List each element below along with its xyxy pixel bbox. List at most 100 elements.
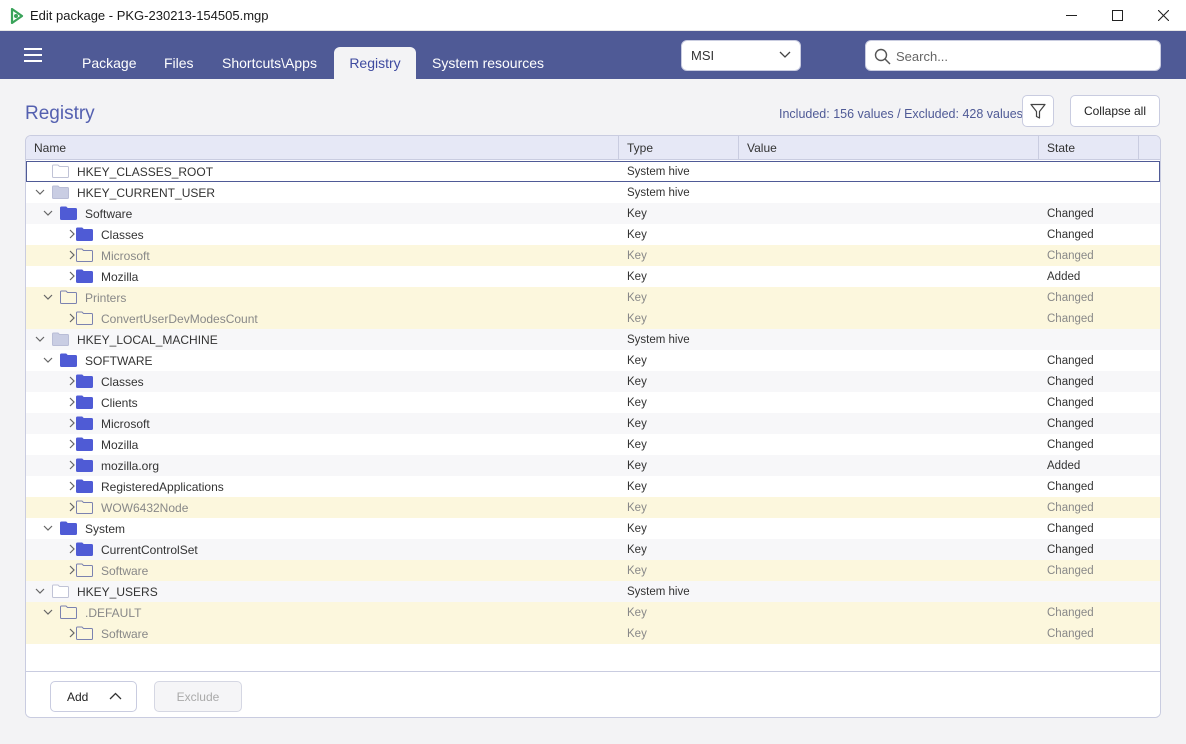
page-title: Registry — [25, 103, 95, 124]
add-button[interactable]: Add — [50, 681, 137, 712]
folder-icon — [76, 227, 93, 241]
chevron-down-icon[interactable] — [43, 208, 53, 218]
row-name: Printers — [85, 291, 127, 305]
column-header-type[interactable]: Type — [619, 136, 739, 160]
table-row[interactable]: Software Key Changed — [26, 560, 1160, 581]
maximize-button[interactable] — [1094, 0, 1140, 31]
table-row[interactable]: Microsoft Key Changed — [26, 245, 1160, 266]
folder-icon — [60, 521, 77, 535]
table-row[interactable]: HKEY_USERS System hive — [26, 581, 1160, 602]
table-row[interactable]: Clients Key Changed — [26, 392, 1160, 413]
row-state: Changed — [1047, 502, 1094, 514]
chevron-down-icon — [779, 51, 791, 58]
chevron-down-icon[interactable] — [43, 523, 53, 533]
tab-system-resources[interactable]: System resources — [417, 47, 559, 79]
table-header: Name Type Value State — [26, 136, 1160, 160]
chevron-down-icon[interactable] — [43, 292, 53, 302]
chevron-down-icon[interactable] — [35, 334, 45, 344]
folder-icon — [76, 542, 93, 556]
format-select-value: MSI — [691, 48, 715, 63]
row-name: HKEY_CLASSES_ROOT — [77, 165, 214, 179]
hamburger-menu-icon[interactable] — [24, 48, 42, 62]
column-header-value[interactable]: Value — [739, 136, 1039, 160]
table-row[interactable]: Printers Key Changed — [26, 287, 1160, 308]
row-state: Changed — [1047, 607, 1094, 619]
table-row[interactable]: Classes Key Changed — [26, 371, 1160, 392]
folder-icon — [76, 374, 93, 388]
table-row[interactable]: WOW6432Node Key Changed — [26, 497, 1160, 518]
chevron-down-icon[interactable] — [35, 187, 45, 197]
row-state: Changed — [1047, 628, 1094, 640]
minimize-button[interactable] — [1048, 0, 1094, 31]
folder-icon — [76, 311, 93, 325]
row-name: HKEY_USERS — [77, 585, 158, 599]
tab-shortcuts-apps[interactable]: Shortcuts\Apps — [207, 47, 332, 79]
folder-icon — [76, 563, 93, 577]
row-type: Key — [627, 481, 647, 493]
row-state: Added — [1047, 271, 1081, 283]
row-name: CurrentControlSet — [101, 543, 198, 557]
filter-button[interactable] — [1022, 95, 1054, 127]
folder-icon — [60, 605, 77, 619]
nav-bar: Package Files Shortcuts\Apps Registry Sy… — [0, 31, 1186, 79]
hive-folder-icon — [52, 185, 69, 199]
table-row[interactable]: System Key Changed — [26, 518, 1160, 539]
row-type: Key — [627, 376, 647, 388]
row-type: Key — [627, 628, 647, 640]
table-row[interactable]: HKEY_CURRENT_USER System hive — [26, 182, 1160, 203]
table-row[interactable]: .DEFAULT Key Changed — [26, 602, 1160, 623]
table-row[interactable]: Microsoft Key Changed — [26, 413, 1160, 434]
row-type: Key — [627, 502, 647, 514]
content-area: Registry Included: 156 values / Excluded… — [0, 79, 1186, 744]
row-state: Changed — [1047, 544, 1094, 556]
close-icon — [1157, 10, 1169, 21]
table-row[interactable]: Software Key Changed — [26, 623, 1160, 644]
hive-folder-icon — [52, 164, 69, 178]
folder-icon — [60, 206, 77, 220]
table-row[interactable]: Classes Key Changed — [26, 224, 1160, 245]
app-logo-icon — [10, 8, 24, 24]
table-row[interactable]: Mozilla Key Changed — [26, 434, 1160, 455]
row-state: Changed — [1047, 481, 1094, 493]
row-type: Key — [627, 229, 647, 241]
search-input[interactable] — [896, 46, 1151, 66]
table-row[interactable]: RegisteredApplications Key Changed — [26, 476, 1160, 497]
row-type: System hive — [627, 334, 690, 346]
tab-registry[interactable]: Registry — [334, 47, 416, 79]
column-header-state[interactable]: State — [1039, 136, 1139, 160]
row-name: Software — [85, 207, 133, 221]
chevron-down-icon[interactable] — [35, 586, 45, 596]
table-row[interactable]: mozilla.org Key Added — [26, 455, 1160, 476]
table-row[interactable]: CurrentControlSet Key Changed — [26, 539, 1160, 560]
table-row[interactable]: HKEY_LOCAL_MACHINE System hive — [26, 329, 1160, 350]
tab-files[interactable]: Files — [149, 47, 209, 79]
tab-package[interactable]: Package — [67, 47, 151, 79]
collapse-all-button[interactable]: Collapse all — [1070, 95, 1160, 127]
folder-icon — [76, 458, 93, 472]
search-box[interactable] — [865, 40, 1161, 71]
chevron-down-icon[interactable] — [43, 355, 53, 365]
row-state: Changed — [1047, 250, 1094, 262]
table-row[interactable]: HKEY_CLASSES_ROOT System hive — [26, 161, 1160, 182]
chevron-down-icon[interactable] — [43, 607, 53, 617]
row-name: RegisteredApplications — [101, 480, 224, 494]
table-row[interactable]: Software Key Changed — [26, 203, 1160, 224]
row-type: Key — [627, 565, 647, 577]
folder-icon — [76, 269, 93, 283]
row-type: Key — [627, 460, 647, 472]
format-select[interactable]: MSI — [681, 40, 801, 71]
close-button[interactable] — [1140, 0, 1186, 31]
chevron-up-icon — [109, 692, 122, 700]
row-type: Key — [627, 397, 647, 409]
hive-folder-icon — [52, 332, 69, 346]
table-row[interactable]: Mozilla Key Added — [26, 266, 1160, 287]
column-header-name[interactable]: Name — [26, 136, 619, 160]
row-state: Changed — [1047, 355, 1094, 367]
window-title: Edit package - PKG-230213-154505.mgp — [30, 8, 269, 23]
filter-icon — [1030, 103, 1046, 119]
folder-icon — [76, 626, 93, 640]
table-row[interactable]: SOFTWARE Key Changed — [26, 350, 1160, 371]
table-row[interactable]: ConvertUserDevModesCount Key Changed — [26, 308, 1160, 329]
row-type: Key — [627, 271, 647, 283]
exclude-button[interactable]: Exclude — [154, 681, 242, 712]
